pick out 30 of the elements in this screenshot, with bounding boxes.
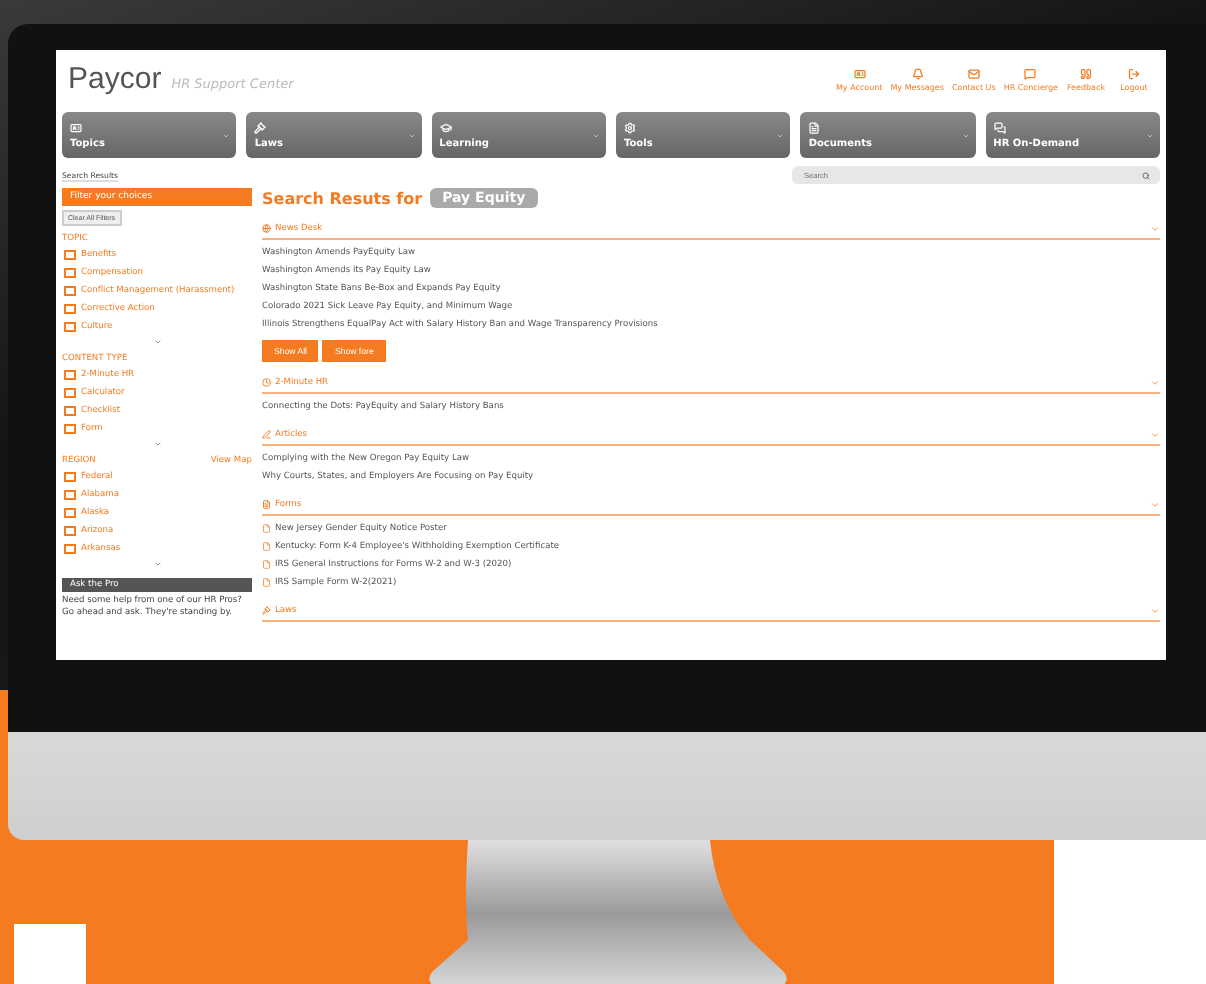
caret-icon [1150, 606, 1160, 616]
graduation-cap-icon [439, 121, 452, 133]
caret-icon [1150, 430, 1160, 440]
globe-icon [262, 224, 271, 234]
chat-icon [993, 121, 1006, 133]
chat-icon [1024, 67, 1037, 79]
bell-icon [911, 67, 924, 79]
search-icon [1142, 171, 1150, 179]
gavel-icon [254, 121, 267, 133]
logout-icon [1128, 67, 1140, 79]
document-icon [262, 524, 271, 534]
document-icon [262, 542, 271, 552]
gavel-icon [262, 606, 271, 616]
document-icon [262, 500, 271, 510]
corner-block [14, 924, 86, 984]
id-card-icon [70, 121, 82, 133]
document-icon [262, 560, 271, 570]
results-heading: Search Resuts for [262, 189, 423, 207]
mail-icon [967, 67, 980, 79]
clock-icon [262, 378, 271, 388]
quote-icon [1080, 67, 1092, 79]
logo: Paycor [68, 62, 162, 96]
document-icon [808, 121, 821, 133]
document-icon [262, 578, 271, 588]
id-card-icon [853, 67, 866, 79]
pen-icon [262, 430, 271, 440]
caret-icon [1150, 378, 1160, 388]
caret-icon [1150, 500, 1160, 510]
settings-icon [623, 121, 636, 133]
caret-icon [1150, 224, 1160, 234]
